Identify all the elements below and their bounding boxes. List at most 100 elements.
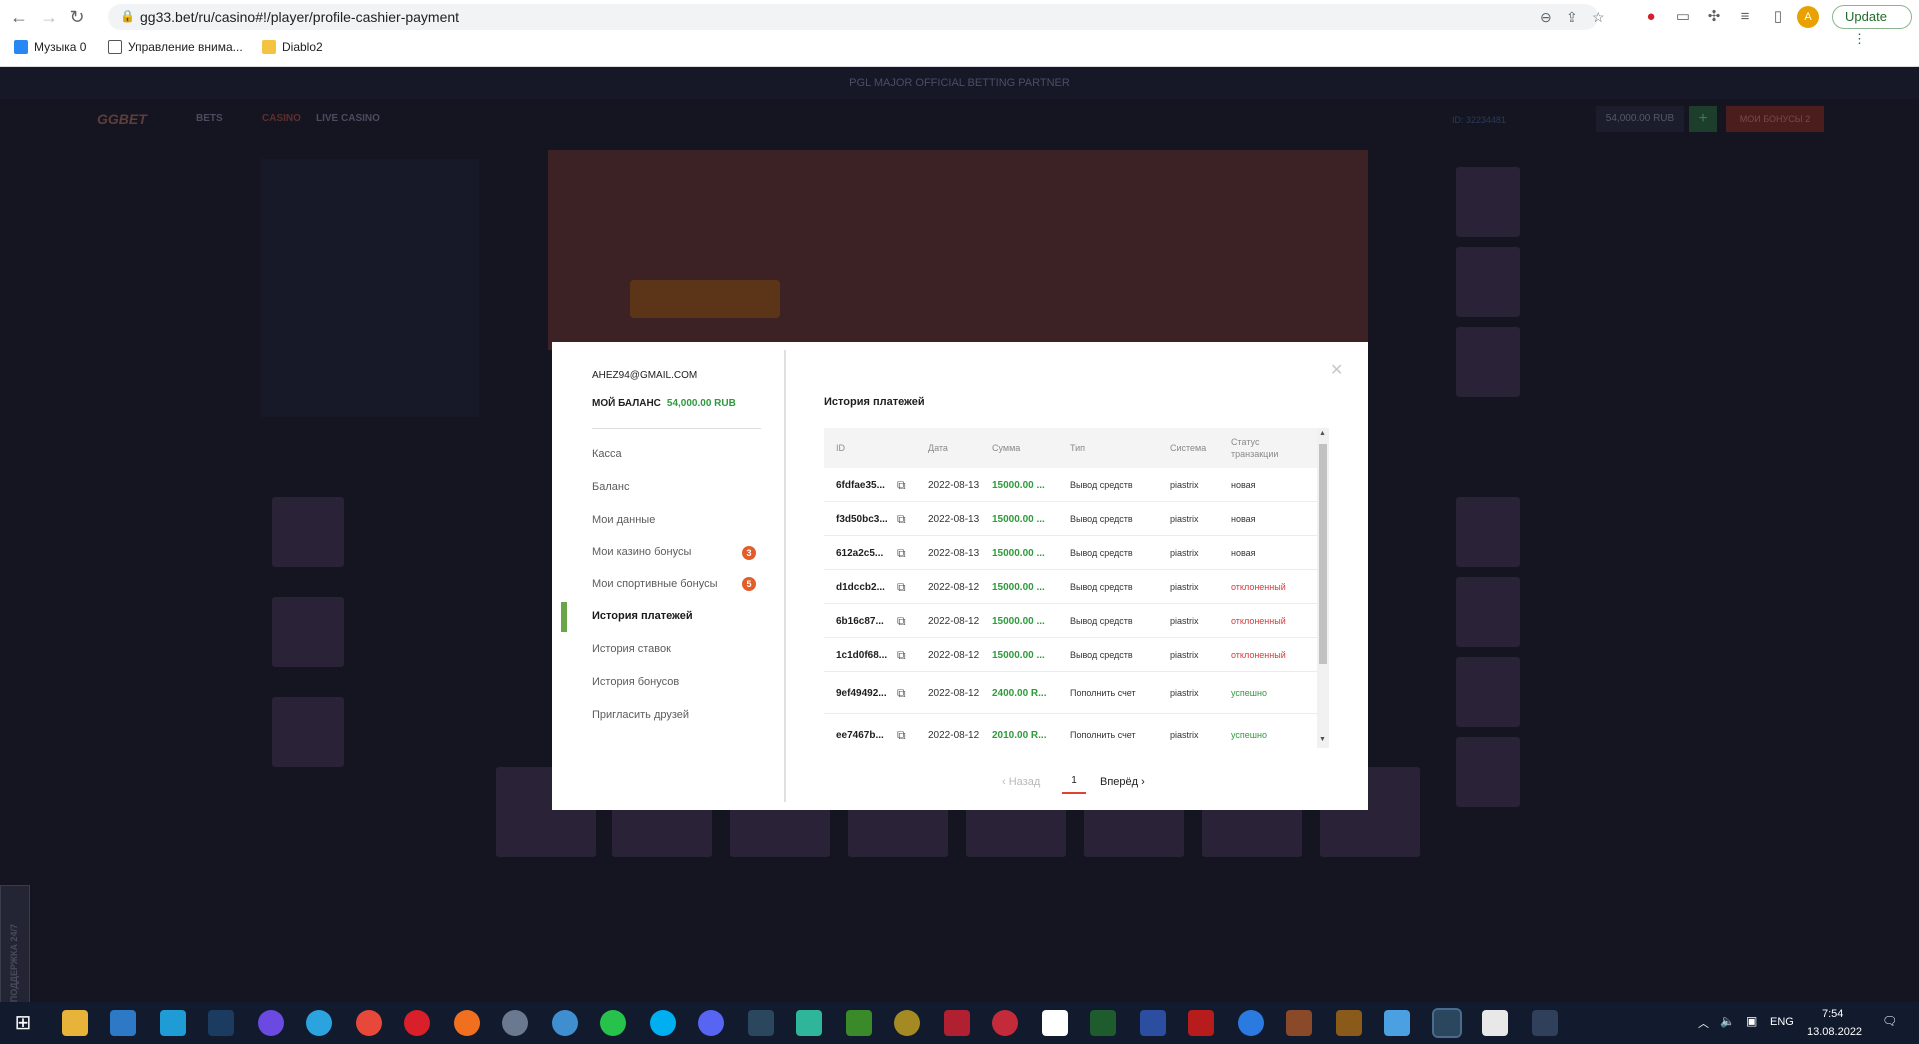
menu-item-balance[interactable]: Баланс xyxy=(592,481,629,493)
menu-item-my-data[interactable]: Мои данные xyxy=(592,514,655,526)
notifications-icon[interactable]: 🗨 xyxy=(1882,1014,1897,1028)
next-page-button[interactable]: Вперёд › xyxy=(1100,776,1145,788)
scroll-down-icon[interactable]: ▼ xyxy=(1319,736,1326,743)
update-button[interactable]: Update ⋮ xyxy=(1832,5,1912,46)
app-icon[interactable] xyxy=(1336,1010,1362,1036)
transaction-sum: 15000.00 ... xyxy=(992,513,1045,525)
side-panel-icon[interactable]: ▯ xyxy=(1767,6,1789,28)
file-explorer-icon[interactable] xyxy=(62,1010,88,1036)
whatsapp-icon[interactable] xyxy=(600,1010,626,1036)
app-icon[interactable] xyxy=(796,1010,822,1036)
chrome-icon[interactable] xyxy=(356,1010,382,1036)
menu-item-sport-bonuses[interactable]: Мои спортивные бонусы xyxy=(592,578,718,590)
copy-icon[interactable]: ⧉ xyxy=(897,714,906,748)
menu-item-invite-friends[interactable]: Пригласить друзей xyxy=(592,709,689,721)
bookmark-attention[interactable]: Управление внима... xyxy=(108,40,243,54)
app-icon[interactable] xyxy=(1140,1010,1166,1036)
menu-item-cashier[interactable]: Касса xyxy=(592,448,622,460)
copy-icon[interactable]: ⧉ xyxy=(897,570,906,604)
deposit-button[interactable]: + xyxy=(1689,106,1717,132)
notepad-icon[interactable] xyxy=(1042,1010,1068,1036)
copy-icon[interactable]: ⧉ xyxy=(897,638,906,672)
close-icon[interactable]: ✕ xyxy=(1330,360,1343,380)
transaction-status: отклоненный xyxy=(1231,616,1286,626)
my-bonuses-button[interactable]: МОИ БОНУСЫ 2 xyxy=(1726,106,1824,132)
cast-icon[interactable]: ▭ xyxy=(1672,6,1694,28)
address-bar[interactable]: 🔒 gg33.bet/ru/casino#!/player/profile-ca… xyxy=(108,4,1605,30)
copy-icon[interactable]: ⧉ xyxy=(897,604,906,638)
back-icon[interactable]: ← xyxy=(6,6,32,28)
copy-icon[interactable]: ⧉ xyxy=(897,672,906,714)
this-pc-icon[interactable] xyxy=(110,1010,136,1036)
share-icon[interactable]: ⇪ xyxy=(1566,9,1578,26)
app-icon[interactable] xyxy=(944,1010,970,1036)
steam-active-icon[interactable] xyxy=(1432,1008,1462,1038)
table-scrollbar[interactable]: ▲ ▼ xyxy=(1317,428,1329,748)
windows-start-icon[interactable]: ⊞ xyxy=(10,1010,36,1036)
menu-item-bet-history[interactable]: История ставок xyxy=(592,643,671,655)
transaction-system: piastrix xyxy=(1170,480,1199,490)
prev-page-button[interactable]: ‹ Назад xyxy=(1002,776,1040,788)
scroll-up-icon[interactable]: ▲ xyxy=(1319,430,1326,437)
photoshop-icon[interactable] xyxy=(208,1010,234,1036)
menu-item-payment-history[interactable]: История платежей xyxy=(592,610,693,622)
forward-icon[interactable]: → xyxy=(36,6,62,28)
steam-icon[interactable] xyxy=(748,1010,774,1036)
itunes-icon[interactable] xyxy=(258,1010,284,1036)
app-icon[interactable] xyxy=(1188,1010,1214,1036)
menu-item-casino-bonuses[interactable]: Мои казино бонусы xyxy=(592,546,691,558)
nav-bets[interactable]: BETS xyxy=(196,113,223,124)
app-icon[interactable] xyxy=(160,1010,186,1036)
app-icon[interactable] xyxy=(552,1010,578,1036)
page-icon xyxy=(108,40,122,54)
transaction-type: Вывод средств xyxy=(1070,582,1133,592)
transaction-date: 2022-08-13 xyxy=(928,479,980,491)
app-icon[interactable] xyxy=(1286,1010,1312,1036)
col-system: Система xyxy=(1170,443,1207,453)
zoom-icon[interactable]: ⊖ xyxy=(1540,9,1552,26)
skype-icon[interactable] xyxy=(650,1010,676,1036)
nav-casino[interactable]: CASINO xyxy=(262,113,301,124)
app-icon[interactable] xyxy=(894,1010,920,1036)
copy-icon[interactable]: ⧉ xyxy=(897,468,906,502)
game-thumb xyxy=(272,497,344,567)
bookmark-diablo2[interactable]: Diablo2 xyxy=(262,40,323,54)
app-icon[interactable] xyxy=(1384,1010,1410,1036)
tray-chevron-icon[interactable]: ︿ xyxy=(1698,1015,1709,1031)
app-icon[interactable] xyxy=(1090,1010,1116,1036)
nav-live-casino[interactable]: LIVE CASINO xyxy=(316,113,380,124)
reload-icon[interactable]: ↻ xyxy=(64,6,90,28)
site-logo[interactable]: GGBET xyxy=(97,111,147,127)
transaction-id: f3d50bc3... xyxy=(836,513,888,525)
col-status: Статус транзакции xyxy=(1231,437,1279,459)
language-indicator[interactable]: ENG xyxy=(1770,1016,1794,1028)
opera-extension-icon[interactable]: ● xyxy=(1640,6,1662,28)
reading-list-icon[interactable]: ≡ xyxy=(1734,6,1756,28)
bookmark-music[interactable]: Музыка 0 xyxy=(14,40,86,54)
clock-date[interactable]: 13.08.2022 xyxy=(1807,1026,1862,1038)
app-icon[interactable] xyxy=(1532,1010,1558,1036)
copy-icon[interactable]: ⧉ xyxy=(897,502,906,536)
current-page[interactable]: 1 xyxy=(1062,772,1086,794)
copy-icon[interactable]: ⧉ xyxy=(897,536,906,570)
app-icon[interactable] xyxy=(502,1010,528,1036)
telegram-icon[interactable] xyxy=(306,1010,332,1036)
volume-icon[interactable]: 🔈 xyxy=(1720,1014,1735,1028)
profile-avatar-icon[interactable]: A xyxy=(1797,6,1819,28)
discord-icon[interactable] xyxy=(698,1010,724,1036)
promo-banner xyxy=(548,150,1368,350)
network-icon[interactable]: ▣ xyxy=(1746,1014,1757,1028)
extensions-icon[interactable]: ✣ xyxy=(1703,6,1725,28)
firefox-icon[interactable] xyxy=(454,1010,480,1036)
game-thumb xyxy=(272,597,344,667)
app-icon[interactable] xyxy=(1238,1010,1264,1036)
scroll-thumb[interactable] xyxy=(1319,444,1327,664)
opera-icon[interactable] xyxy=(404,1010,430,1036)
app-icon[interactable] xyxy=(1482,1010,1508,1036)
header-balance[interactable]: 54,000.00 RUB xyxy=(1596,106,1684,132)
app-icon[interactable] xyxy=(846,1010,872,1036)
clock-time[interactable]: 7:54 xyxy=(1822,1008,1843,1020)
menu-item-bonus-history[interactable]: История бонусов xyxy=(592,676,679,688)
bookmark-star-icon[interactable]: ☆ xyxy=(1592,9,1605,26)
app-icon[interactable] xyxy=(992,1010,1018,1036)
